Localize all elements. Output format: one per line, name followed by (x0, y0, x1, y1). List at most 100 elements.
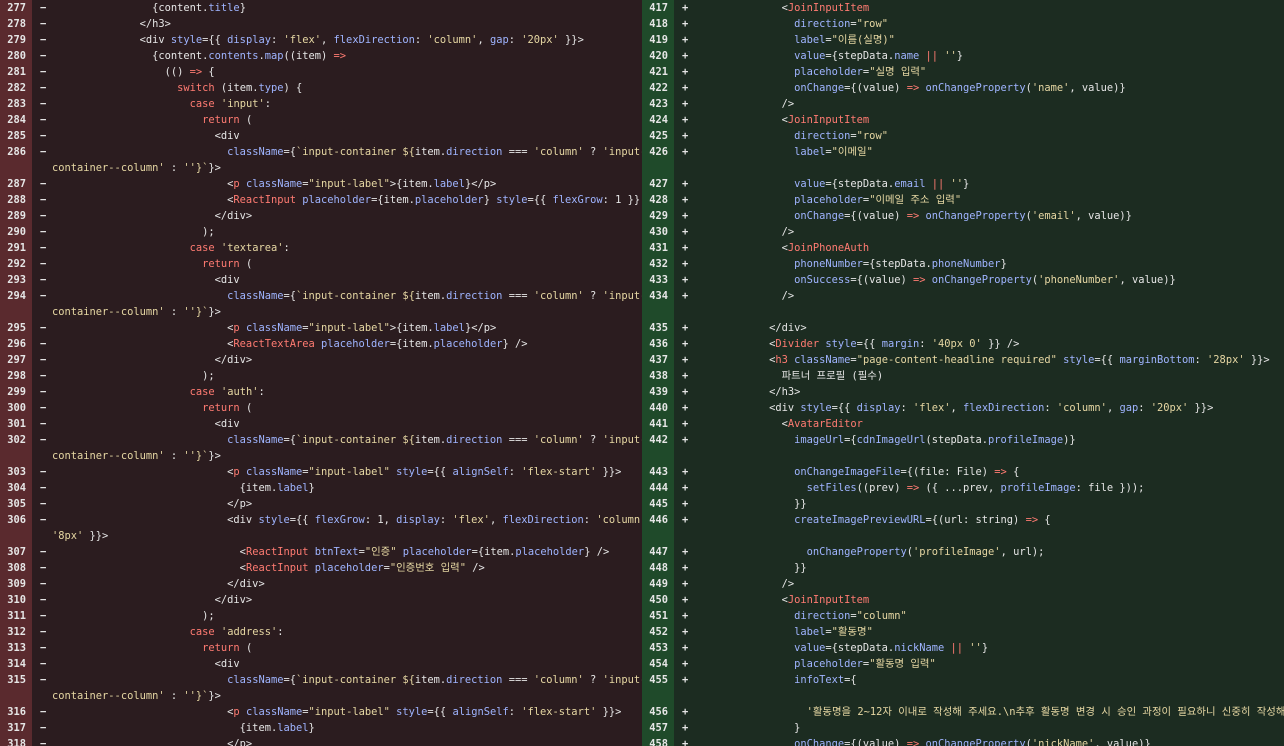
code-token: 'column' (1056, 402, 1107, 414)
code-text: (() => { (52, 64, 215, 80)
line-number: 312 (7, 626, 26, 638)
line-number: 418 (649, 18, 668, 30)
code-token: display (396, 514, 440, 526)
code-token: '40px 0' (931, 338, 982, 350)
diff-view: 277− {content.title} 278− </h3> 279− <div … (0, 0, 1284, 746)
code-token: ( (239, 114, 253, 126)
code-token: { (1006, 466, 1020, 478)
code-text: setFiles((prev) => ({ ...prev, profileIm… (694, 480, 1145, 496)
code-token: imageUrl (794, 434, 845, 446)
code-token: ={ (844, 434, 857, 446)
code-token: : (414, 34, 428, 46)
added-marker: + (682, 258, 689, 270)
code-token: item. (414, 674, 447, 686)
code-token: , value)} (1075, 210, 1132, 222)
code-token: infoText (794, 674, 845, 686)
added-marker: + (682, 146, 689, 158)
code-token: title (208, 2, 240, 14)
code-text: <Divider style={{ margin: '40px 0' }} /> (694, 336, 1019, 352)
line-number: 439 (649, 386, 668, 398)
code-token: profileImage (988, 434, 1064, 446)
code-text: </div> (52, 576, 265, 592)
code-token: "row" (856, 18, 888, 30)
code-token: < (694, 338, 776, 350)
code-token: ={(url: string) (925, 514, 1026, 526)
line-number: 290 (7, 226, 26, 238)
line-number: 455 (649, 674, 668, 686)
code-token: "이메일 주소 입력" (869, 194, 962, 206)
code-token: flexGrow (552, 194, 603, 206)
code-token: ={ (283, 434, 296, 446)
code-token: <div (52, 34, 171, 46)
code-token: }` (195, 306, 209, 318)
code-token: ((prev) (856, 482, 907, 494)
code-token: 'input- (602, 290, 642, 302)
code-token: marginBottom (1119, 354, 1195, 366)
code-token: }}> (596, 706, 622, 718)
added-line: 443 + onChangeImageFile={(file: File) => … (642, 464, 1284, 480)
code-token: } /> (502, 338, 528, 350)
code-token: email (894, 178, 926, 190)
removed-line: 278 − </h3> (0, 16, 642, 32)
removed-line: 293 − <div (0, 272, 642, 288)
code-text: onChangeProperty('profileImage', url); (694, 544, 1045, 560)
code-token: < (694, 594, 788, 606)
removed-marker: − (40, 386, 47, 398)
removed-marker: − (40, 34, 47, 46)
removed-line: 295 − <p className="input-label">{item.la… (0, 320, 642, 336)
code-token: cdnImageUrl (856, 434, 926, 446)
code-token: gap (1119, 402, 1139, 414)
code-token: ={ (844, 674, 857, 686)
code-token: < (52, 706, 234, 718)
line-number: 279 (7, 34, 26, 46)
code-token: ( (239, 402, 253, 414)
code-token: ); (52, 610, 215, 622)
code-token: 'flex' (452, 514, 490, 526)
code-text: <div (52, 656, 240, 672)
code-token: ={stepData. (825, 50, 895, 62)
line-number: 434 (649, 290, 668, 302)
code-token: <div (694, 402, 801, 414)
code-token: </h3> (52, 18, 171, 30)
code-text: </p> (52, 736, 252, 746)
code-token: (() (52, 66, 190, 78)
code-token: }> (208, 306, 221, 318)
added-marker: + (682, 562, 689, 574)
code-token: item. (414, 290, 447, 302)
added-line: 421 + placeholder="실명 입력" (642, 64, 1284, 80)
removed-line: 291 − case 'textarea': (0, 240, 642, 256)
removed-marker: − (40, 226, 47, 238)
code-token: 'input- (602, 674, 642, 686)
code-token: , value)} (1119, 274, 1176, 286)
line-number: 450 (649, 594, 668, 606)
code-token: placeholder (794, 658, 863, 670)
code-token: onChangeProperty (806, 546, 907, 558)
code-token: ((item) (283, 50, 334, 62)
code-token: profileImage (1000, 482, 1076, 494)
code-token: direction (446, 146, 503, 158)
code-token: <div (52, 514, 259, 526)
code-text: return ( (52, 256, 252, 272)
added-line: 420 + value={stepData.name || ''} (642, 48, 1284, 64)
code-token: /> (694, 290, 795, 302)
line-number: 419 (649, 34, 668, 46)
removed-marker: − (40, 658, 47, 670)
removed-line: 296 − <ReactTextArea placeholder={item.pl… (0, 336, 642, 352)
code-text: /> (694, 576, 795, 592)
line-number: 422 (649, 82, 668, 94)
added-marker: + (682, 226, 689, 238)
code-token: 'address' (220, 626, 278, 638)
added-marker: + (682, 178, 689, 190)
code-token: : (264, 98, 271, 110)
line-number: 435 (649, 322, 668, 334)
code-text: /> (694, 288, 795, 304)
added-line: 419 + label="이름(실명)" (642, 32, 1284, 48)
code-token: 'column' (596, 514, 642, 526)
code-text: ); (52, 608, 215, 624)
code-token: ReactInput (245, 562, 309, 574)
added-line: 423 + /> (642, 96, 1284, 112)
